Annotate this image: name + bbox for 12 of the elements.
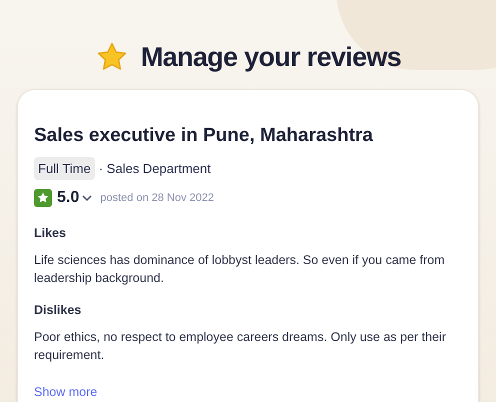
section-text: Life sciences has dominance of lobbyst leaders. So even if you came from leadership background. [34,252,446,287]
rating-value: 5.0 [57,188,80,208]
department-label: · Sales Department [98,160,211,178]
section-label: Dislikes [34,302,82,319]
posted-date: posted on 28 Nov 2022 [100,191,214,206]
section-label: Likes [34,225,67,242]
review-title: Sales executive in Pune, Maharashtra [34,124,374,148]
page-heading: Manage your reviews [140,40,402,74]
chevron-down-icon[interactable] [82,194,92,202]
section-text: Poor ethics, no respect to employee careers dreams. Only use as per their requirement. [34,328,447,364]
employment-tag: Full Time [34,156,95,180]
show-more-link[interactable]: Show more [34,382,98,402]
